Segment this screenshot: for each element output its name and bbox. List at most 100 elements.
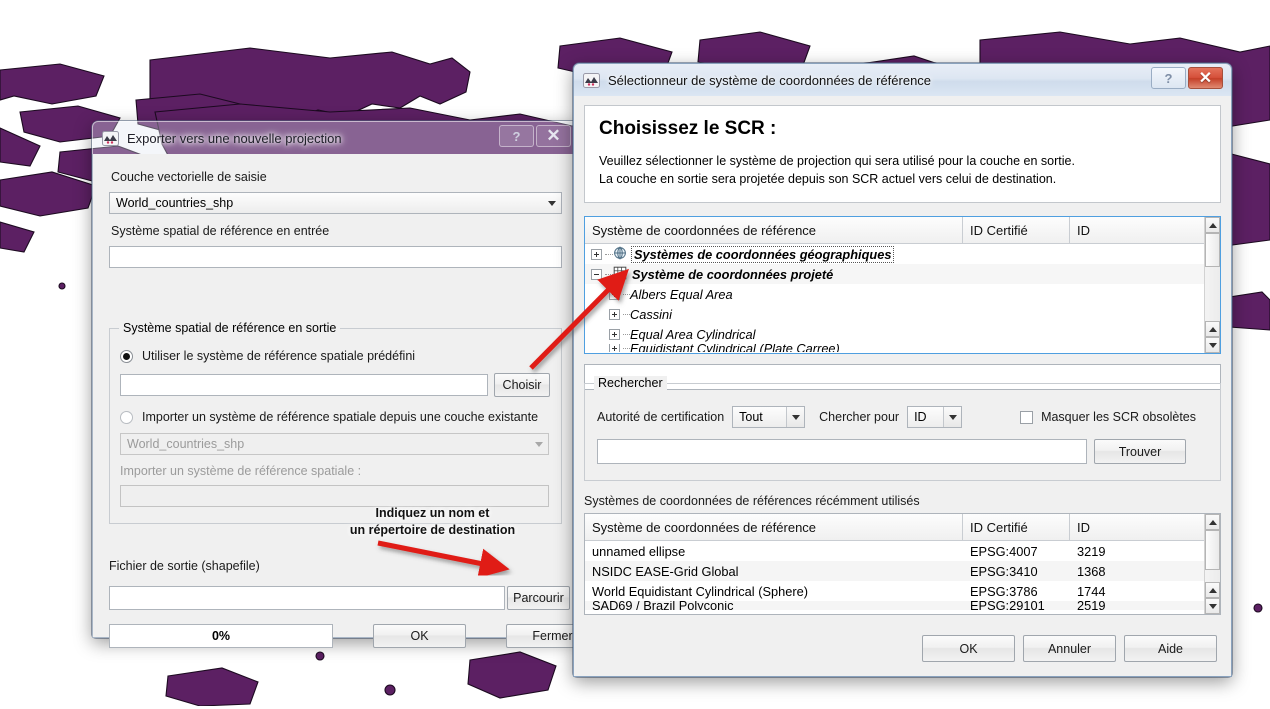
scroll-up-icon-2[interactable] <box>1205 321 1220 337</box>
tree-node[interactable]: Systèmes de coordonnées géographiques <box>585 244 1220 264</box>
help-button[interactable]: ? <box>499 125 534 147</box>
find-button[interactable]: Trouver <box>1094 439 1186 464</box>
search-group-label: Rechercher <box>594 376 667 390</box>
crs-tree-scrollbar[interactable] <box>1204 217 1220 353</box>
input-layer-label: Couche vectorielle de saisie <box>111 170 267 184</box>
chevron-down-icon-authority[interactable] <box>786 407 805 427</box>
table-row[interactable]: SAD69 / Brazil Polyconic EPSG:29101 2519 <box>585 601 1220 610</box>
export-dialog-titlebar[interactable]: Exporter vers une nouvelle projection ? … <box>92 121 580 154</box>
table-row[interactable]: unnamed ellipse EPSG:4007 3219 <box>585 541 1220 561</box>
scroll-down-icon[interactable] <box>1205 337 1220 353</box>
expand-icon[interactable] <box>609 308 620 320</box>
scroll-up-icon-3[interactable] <box>1205 514 1220 530</box>
recent-id: 2519 <box>1077 601 1106 610</box>
recent-authid: EPSG:3786 <box>970 583 1038 599</box>
chevron-down-icon-searchfor[interactable] <box>943 407 962 427</box>
recent-col-0[interactable]: Système de coordonnées de référence <box>585 514 963 540</box>
radio-import-row[interactable]: Importer un système de référence spatial… <box>120 410 561 424</box>
expand-icon[interactable] <box>591 248 602 260</box>
annotation-line-1: Indiquez un nom et <box>375 506 490 520</box>
tree-node-label: Albers Equal Area <box>630 286 733 302</box>
output-srs-group: Système spatial de référence en sortie U… <box>109 321 562 524</box>
expand-icon[interactable] <box>609 288 620 300</box>
recent-id: 1368 <box>1077 563 1106 579</box>
input-layer-combo[interactable]: World_countries_shp <box>109 192 562 214</box>
recent-table-scrollbar[interactable] <box>1204 514 1220 614</box>
crs-dialog-window-buttons[interactable]: ? ✕ <box>1151 67 1223 89</box>
output-file-row[interactable]: Parcourir <box>109 586 570 610</box>
help-button-2[interactable]: ? <box>1151 67 1186 89</box>
search-input[interactable] <box>597 439 1087 464</box>
import-layer-combo[interactable]: World_countries_shp <box>120 433 549 455</box>
output-file-field[interactable] <box>109 586 505 610</box>
predefined-srs-field[interactable] <box>120 374 488 396</box>
crs-selector-dialog[interactable]: Sélectionneur de système de coordonnées … <box>573 63 1232 677</box>
close-icon-2[interactable]: ✕ <box>1188 67 1223 89</box>
crs-tree-header: Système de coordonnées de référence ID C… <box>585 217 1220 244</box>
cancel-button[interactable]: Annuler <box>1023 635 1116 662</box>
crs-heading: Choisissez le SCR : <box>599 118 777 139</box>
choose-button[interactable]: Choisir <box>494 373 550 397</box>
crs-tree[interactable]: Système de coordonnées de référence ID C… <box>584 216 1221 354</box>
ok-button-2[interactable]: OK <box>922 635 1015 662</box>
chevron-down-icon[interactable] <box>543 193 561 213</box>
search-for-combo[interactable]: ID <box>907 406 963 428</box>
scroll-thumb[interactable] <box>1205 233 1220 267</box>
table-row[interactable]: World Equidistant Cylindrical (Sphere) E… <box>585 581 1220 601</box>
tree-node-label: Cassini <box>630 306 672 322</box>
recent-section-label: Systèmes de coordonnées de références ré… <box>584 494 920 508</box>
expand-icon[interactable] <box>609 344 620 352</box>
recent-col-1[interactable]: ID Certifié <box>963 514 1070 540</box>
radio-import[interactable] <box>120 410 133 424</box>
crs-tree-col-1[interactable]: ID Certifié <box>963 217 1070 243</box>
chevron-down-icon-2[interactable] <box>530 434 548 454</box>
export-action-row[interactable]: 0% OK Fermer <box>109 624 599 648</box>
collapse-icon[interactable] <box>591 268 602 280</box>
recent-col-2[interactable]: ID <box>1070 514 1206 540</box>
search-query-row[interactable]: Trouver <box>597 439 1220 464</box>
expand-icon[interactable] <box>609 328 620 340</box>
tree-node[interactable]: Cassini <box>585 304 1220 324</box>
grid-icon <box>613 266 627 283</box>
crs-tree-col-2[interactable]: ID <box>1070 217 1200 243</box>
recent-table-header: Système de coordonnées de référence ID C… <box>585 514 1220 541</box>
authority-combo[interactable]: Tout <box>732 406 806 428</box>
scroll-thumb-2[interactable] <box>1205 530 1220 570</box>
crs-tree-rows[interactable]: Systèmes de coordonnées géographiques Sy… <box>585 244 1220 352</box>
browse-button[interactable]: Parcourir <box>507 586 570 610</box>
recent-name: unnamed ellipse <box>592 543 686 559</box>
tree-node[interactable]: Equal Area Cylindrical <box>585 324 1220 344</box>
crs-description-line2: La couche en sortie sera projetée depuis… <box>599 172 1057 186</box>
tree-node[interactable]: Equidistant Cylindrical (Plate Carree) <box>585 344 1220 352</box>
help-button-3[interactable]: Aide <box>1124 635 1217 662</box>
search-for-value: ID <box>914 410 927 424</box>
crs-dialog-titlebar[interactable]: Sélectionneur de système de coordonnées … <box>573 63 1232 96</box>
radio-predefined[interactable] <box>120 349 133 363</box>
predefined-row[interactable]: Choisir <box>120 373 561 397</box>
export-dialog-title: Exporter vers une nouvelle projection <box>127 130 342 146</box>
scroll-up-icon-4[interactable] <box>1205 582 1220 598</box>
input-srs-field[interactable] <box>109 246 562 268</box>
input-layer-value: World_countries_shp <box>116 196 234 210</box>
tree-connector <box>605 273 613 275</box>
scroll-up-icon[interactable] <box>1205 217 1220 233</box>
recent-table-rows[interactable]: unnamed ellipse EPSG:4007 3219 NSIDC EAS… <box>585 541 1220 610</box>
import-srs-field[interactable] <box>120 485 549 507</box>
crs-tree-col-0[interactable]: Système de coordonnées de référence <box>585 217 963 243</box>
import-layer-value: World_countries_shp <box>127 437 245 451</box>
tree-node[interactable]: Albers Equal Area <box>585 284 1220 304</box>
export-projection-dialog[interactable]: Exporter vers une nouvelle projection ? … <box>92 121 599 648</box>
recent-crs-table[interactable]: Système de coordonnées de référence ID C… <box>584 513 1221 615</box>
progress-bar: 0% <box>109 624 333 648</box>
close-icon[interactable]: ✕ <box>536 125 571 147</box>
tree-node[interactable]: Système de coordonnées projeté <box>585 264 1220 284</box>
crs-dialog-footer[interactable]: OK Annuler Aide <box>922 635 1217 662</box>
export-dialog-window-buttons[interactable]: ? ✕ <box>499 125 571 147</box>
search-filters-row[interactable]: Autorité de certification Tout Chercher … <box>597 406 1220 428</box>
hide-deprecated-checkbox[interactable] <box>1020 410 1034 424</box>
scroll-down-icon-2[interactable] <box>1205 598 1220 614</box>
table-row[interactable]: NSIDC EASE-Grid Global EPSG:3410 1368 <box>585 561 1220 581</box>
radio-predefined-row[interactable]: Utiliser le système de référence spatial… <box>120 349 561 363</box>
ok-button[interactable]: OK <box>373 624 466 648</box>
import-srs-label: Importer un système de référence spatial… <box>120 464 362 478</box>
